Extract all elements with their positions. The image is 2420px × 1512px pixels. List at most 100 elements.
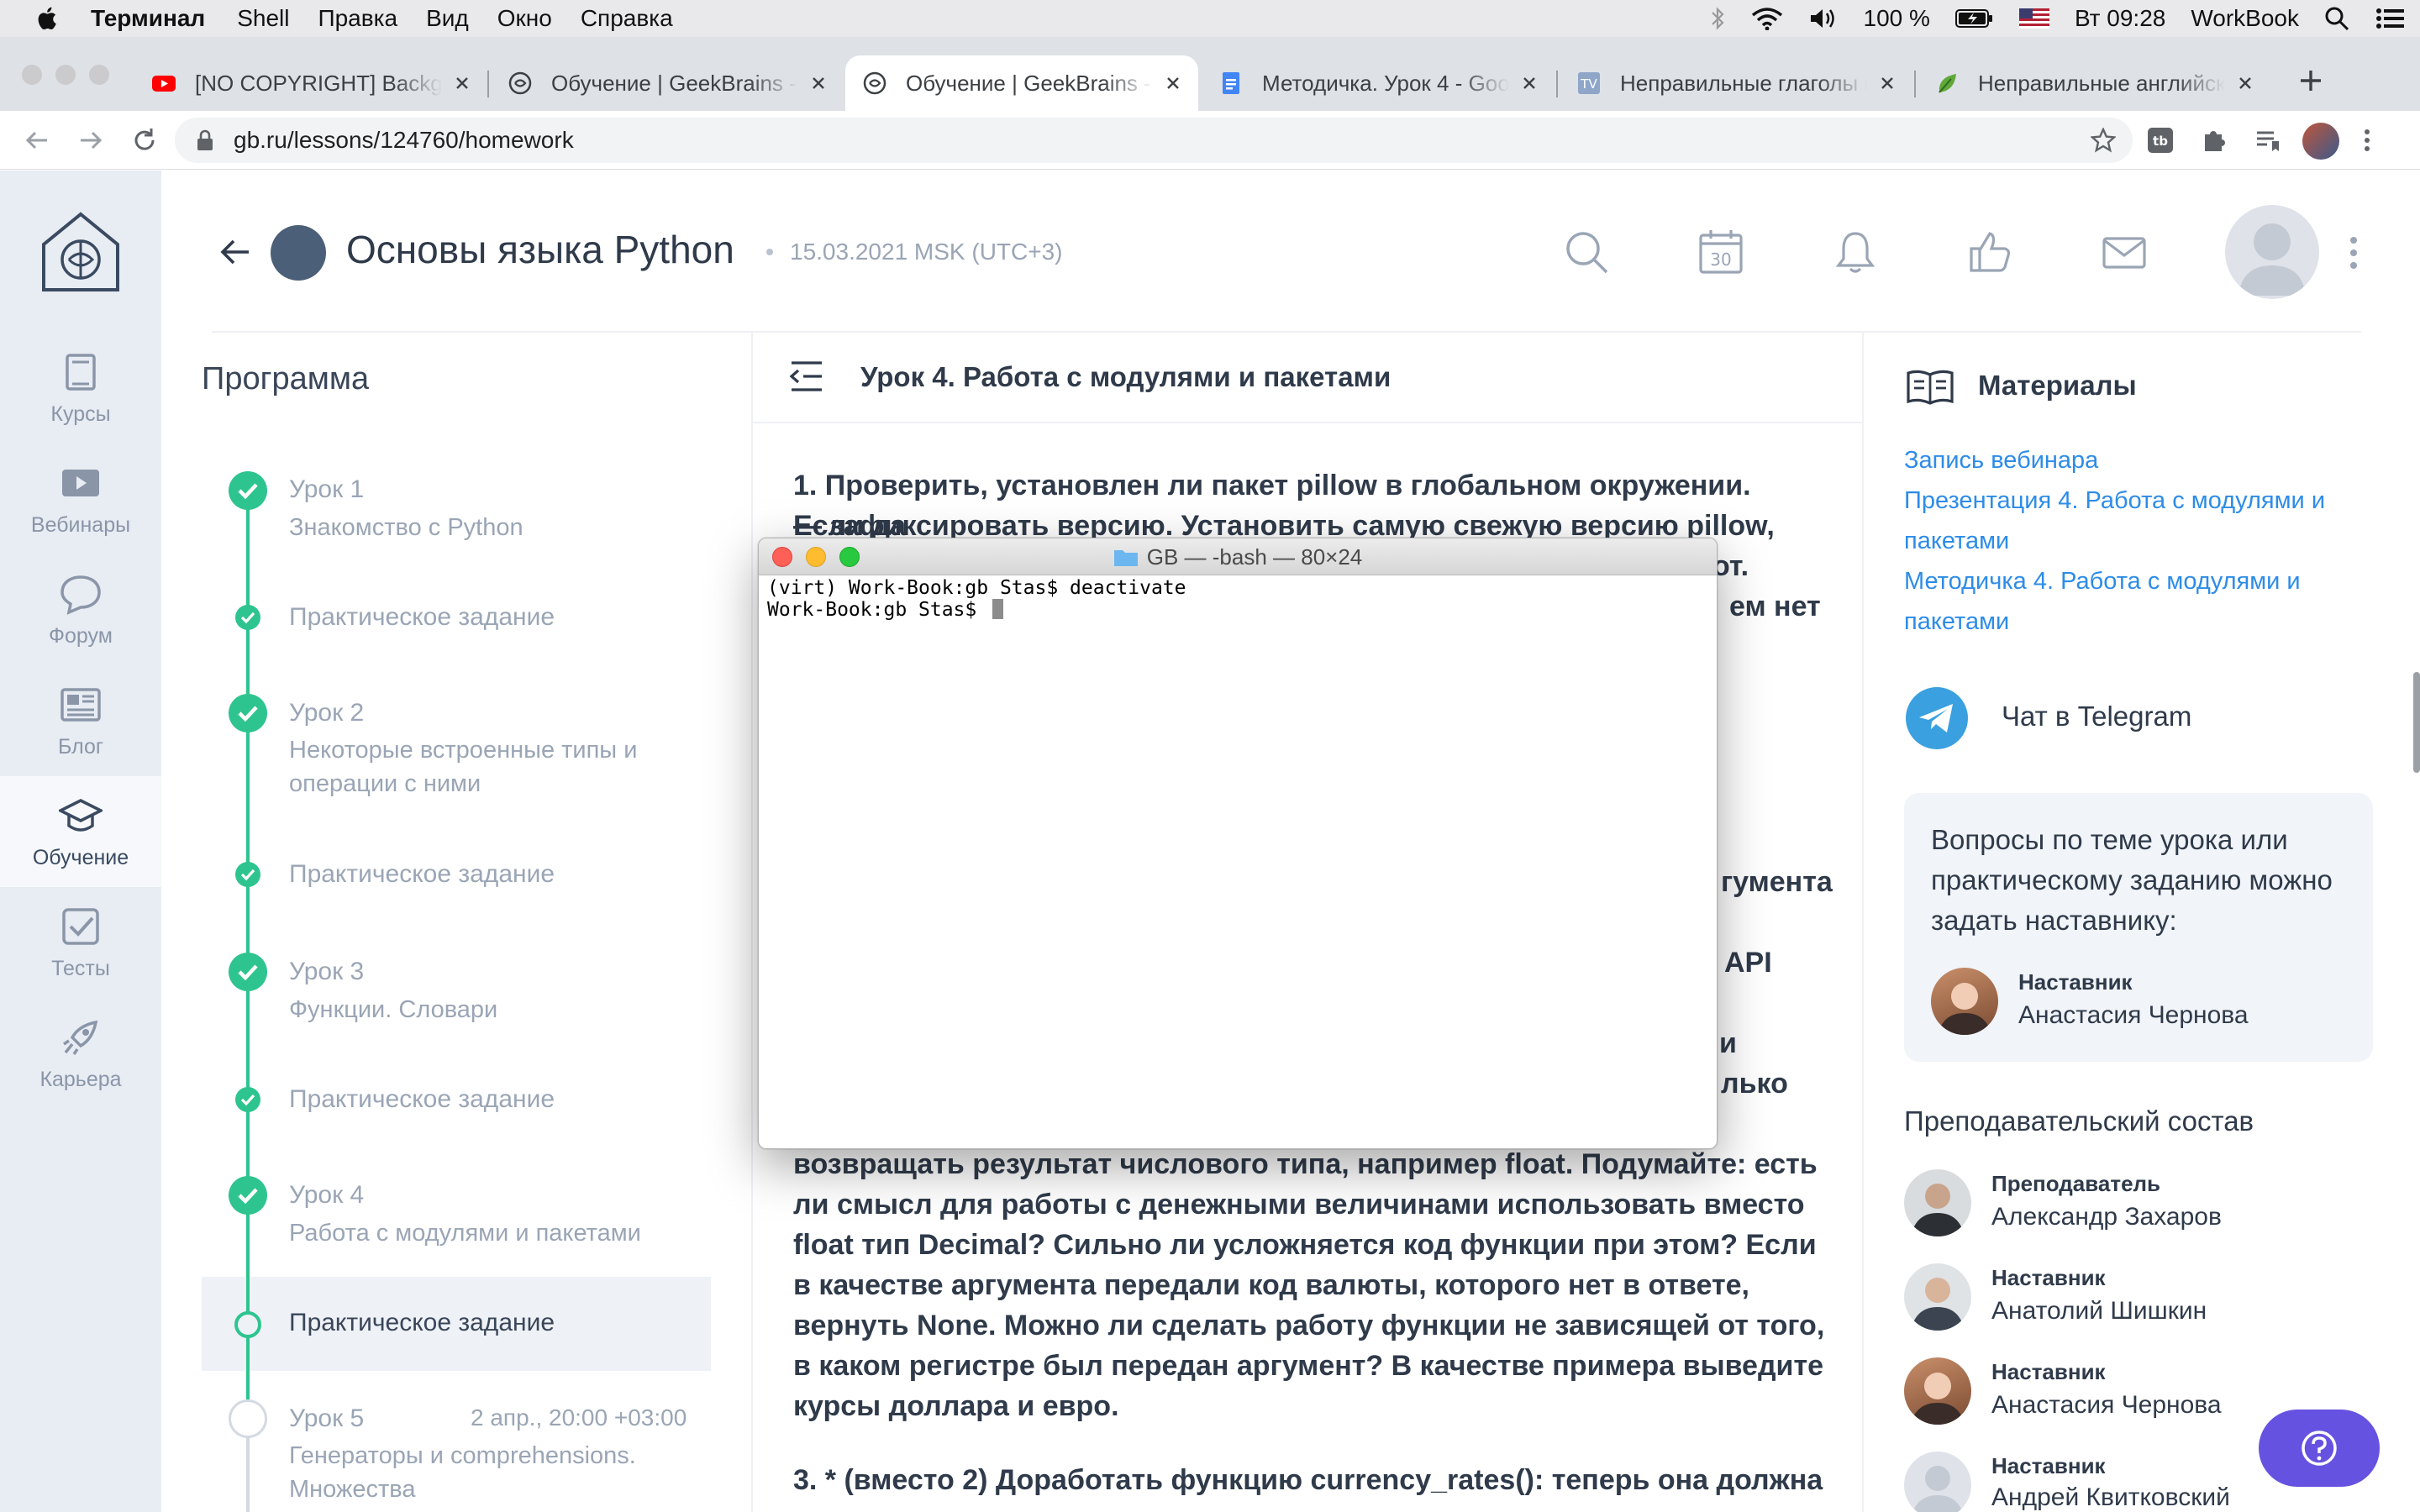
staff-avatar[interactable] [1904, 1452, 1971, 1512]
check-icon [238, 706, 258, 722]
reading-list-icon[interactable] [2254, 126, 2282, 155]
calendar-icon[interactable]: 30 [1697, 228, 1744, 276]
sitenav-item-learning[interactable]: Обучение [0, 776, 161, 887]
lesson-name[interactable]: Работа с модулями и пакетами [289, 1216, 692, 1250]
url-text[interactable]: gb.ru/lessons/124760/homework [234, 127, 574, 154]
reload-icon[interactable] [129, 125, 160, 155]
user-avatar[interactable] [2225, 205, 2319, 299]
bookmark-star-icon[interactable] [2091, 128, 2116, 153]
more-options-icon[interactable] [2348, 235, 2360, 270]
browser-tab[interactable]: [NO COPYRIGHT] Background [134, 55, 487, 111]
menu-view[interactable]: Вид [426, 5, 469, 32]
back-arrow-icon[interactable] [218, 237, 252, 267]
menu-shell[interactable]: Shell [237, 5, 289, 32]
sitenav-item-blog[interactable]: Блог [0, 665, 161, 776]
menu-help[interactable]: Справка [581, 5, 673, 32]
material-link[interactable]: Презентация 4. Работа с модулями и пакет… [1904, 480, 2375, 561]
page-scrollbar[interactable] [2413, 672, 2420, 773]
browser-tab-active[interactable]: Обучение | GeekBrains - [845, 55, 1198, 111]
profile-avatar[interactable] [2302, 123, 2339, 160]
menubar-user[interactable]: WorkBook [2191, 5, 2299, 32]
sitenav-item-webinars[interactable]: Вебинары [0, 444, 161, 554]
browser-tab[interactable]: TV Неправильные глаголы и [1560, 55, 1912, 111]
extensions-puzzle-icon[interactable] [2200, 126, 2228, 155]
help-button[interactable] [2259, 1410, 2380, 1487]
sitenav-item-career[interactable]: Карьера [0, 998, 161, 1109]
sitenav-item-forum[interactable]: Форум [0, 554, 161, 665]
lesson-number[interactable]: Урок 1 [289, 475, 364, 504]
material-link[interactable]: Методичка 4. Работа с модулями и пакетам… [1904, 561, 2375, 642]
menu-window[interactable]: Окно [497, 5, 552, 32]
thumbs-up-icon[interactable] [1966, 228, 2013, 276]
search-icon[interactable] [1563, 228, 1610, 276]
lesson-number[interactable]: Урок 2 [289, 699, 364, 727]
mentor-avatar[interactable] [1931, 968, 1998, 1035]
sitenav-item-courses[interactable]: Курсы [0, 333, 161, 444]
telegram-icon[interactable] [1906, 687, 1968, 749]
address-bar[interactable]: gb.ru/lessons/124760/homework [175, 118, 2133, 163]
us-flag-icon[interactable] [2018, 8, 2049, 29]
lesson-name[interactable]: Некоторые встроенные типы и операции с н… [289, 733, 692, 801]
tab-close-icon[interactable] [1165, 75, 1181, 92]
lesson-number[interactable]: Урок 4 [289, 1181, 364, 1210]
lesson-name[interactable]: Знакомство с Python [289, 511, 692, 544]
window-zoom-button[interactable] [89, 65, 109, 85]
geekbrains-logo-icon[interactable] [40, 211, 121, 295]
mentor-name[interactable]: Анастасия Чернова [2018, 1001, 2249, 1030]
tab-close-icon[interactable] [1521, 75, 1538, 92]
material-link[interactable]: Запись вебинара [1904, 440, 2375, 480]
browser-tab[interactable]: Обучение | GeekBrains - [491, 55, 844, 111]
lesson-name[interactable]: Генераторы и comprehensions. Множества [289, 1439, 692, 1506]
terminal-titlebar[interactable]: GB — -bash — 80×24 [759, 538, 1717, 575]
staff-avatar[interactable] [1904, 1357, 1971, 1425]
staff-name[interactable]: Анастасия Чернова [1991, 1391, 2222, 1420]
browser-menu-icon[interactable] [2361, 126, 2373, 155]
apple-icon[interactable] [34, 4, 62, 33]
tab-close-icon[interactable] [454, 75, 471, 92]
sitenav-item-tests[interactable]: Тесты [0, 887, 161, 998]
extension-translate-icon[interactable]: tb [2146, 126, 2175, 155]
telegram-chat-link[interactable]: Чат в Telegram [2002, 701, 2191, 732]
staff-name[interactable]: Андрей Квитковский [1991, 1483, 2230, 1512]
tab-close-icon[interactable] [810, 75, 827, 92]
battery-icon[interactable] [1954, 8, 1994, 29]
practice-link[interactable]: Практическое задание [289, 603, 555, 632]
mail-icon[interactable] [2101, 228, 2148, 276]
collapse-menu-icon[interactable] [788, 360, 825, 393]
practice-link[interactable]: Практическое задание [289, 1085, 555, 1114]
lesson-number[interactable]: Урок 5 [289, 1404, 364, 1433]
lesson-number[interactable]: Урок 3 [289, 958, 364, 986]
new-tab-plus-icon[interactable] [2291, 60, 2331, 101]
practice-link-active[interactable]: Практическое задание [289, 1309, 555, 1337]
back-arrow-icon[interactable] [22, 125, 52, 155]
lock-icon[interactable] [195, 129, 215, 151]
volume-icon[interactable] [1808, 7, 1839, 30]
window-close-button[interactable] [22, 65, 42, 85]
staff-name[interactable]: Анатолий Шишкин [1991, 1297, 2207, 1326]
lesson-name[interactable]: Функции. Словари [289, 993, 692, 1026]
window-minimize-button[interactable] [55, 65, 76, 85]
terminal-line[interactable]: (virt) Work-Book:gb Stas$ deactivate [767, 577, 1186, 599]
forward-arrow-icon[interactable] [76, 125, 106, 155]
spotlight-search-icon[interactable] [2324, 6, 2349, 31]
terminal-prompt[interactable]: Work-Book:gb Stas$ [767, 599, 988, 621]
bluetooth-icon[interactable] [1709, 6, 1726, 31]
staff-name[interactable]: Александр Захаров [1991, 1203, 2222, 1231]
control-center-icon[interactable] [2375, 7, 2405, 30]
browser-tab[interactable]: Методичка. Урок 4 - Goo [1202, 55, 1555, 111]
terminal-window[interactable]: GB — -bash — 80×24 (virt) Work-Book:gb S… [758, 538, 1718, 1149]
bell-icon[interactable] [1832, 228, 1879, 276]
staff-avatar[interactable] [1904, 1169, 1971, 1236]
sitenav-label: Обучение [32, 845, 129, 869]
menu-app-name[interactable]: Терминал [91, 5, 205, 32]
menu-edit[interactable]: Правка [318, 5, 397, 32]
homework-text: 3. * (вместо 2) Доработать функцию curre… [793, 1464, 1823, 1496]
sitenav-label: Карьера [39, 1067, 122, 1091]
practice-link[interactable]: Практическое задание [289, 860, 555, 889]
tab-close-icon[interactable] [2237, 75, 2254, 92]
wifi-icon[interactable] [1751, 7, 1783, 30]
tab-close-icon[interactable] [1879, 75, 1896, 92]
browser-tab[interactable]: Неправильные английски [1918, 55, 2270, 111]
menubar-clock[interactable]: Вт 09:28 [2075, 5, 2165, 32]
staff-avatar[interactable] [1904, 1263, 1971, 1331]
